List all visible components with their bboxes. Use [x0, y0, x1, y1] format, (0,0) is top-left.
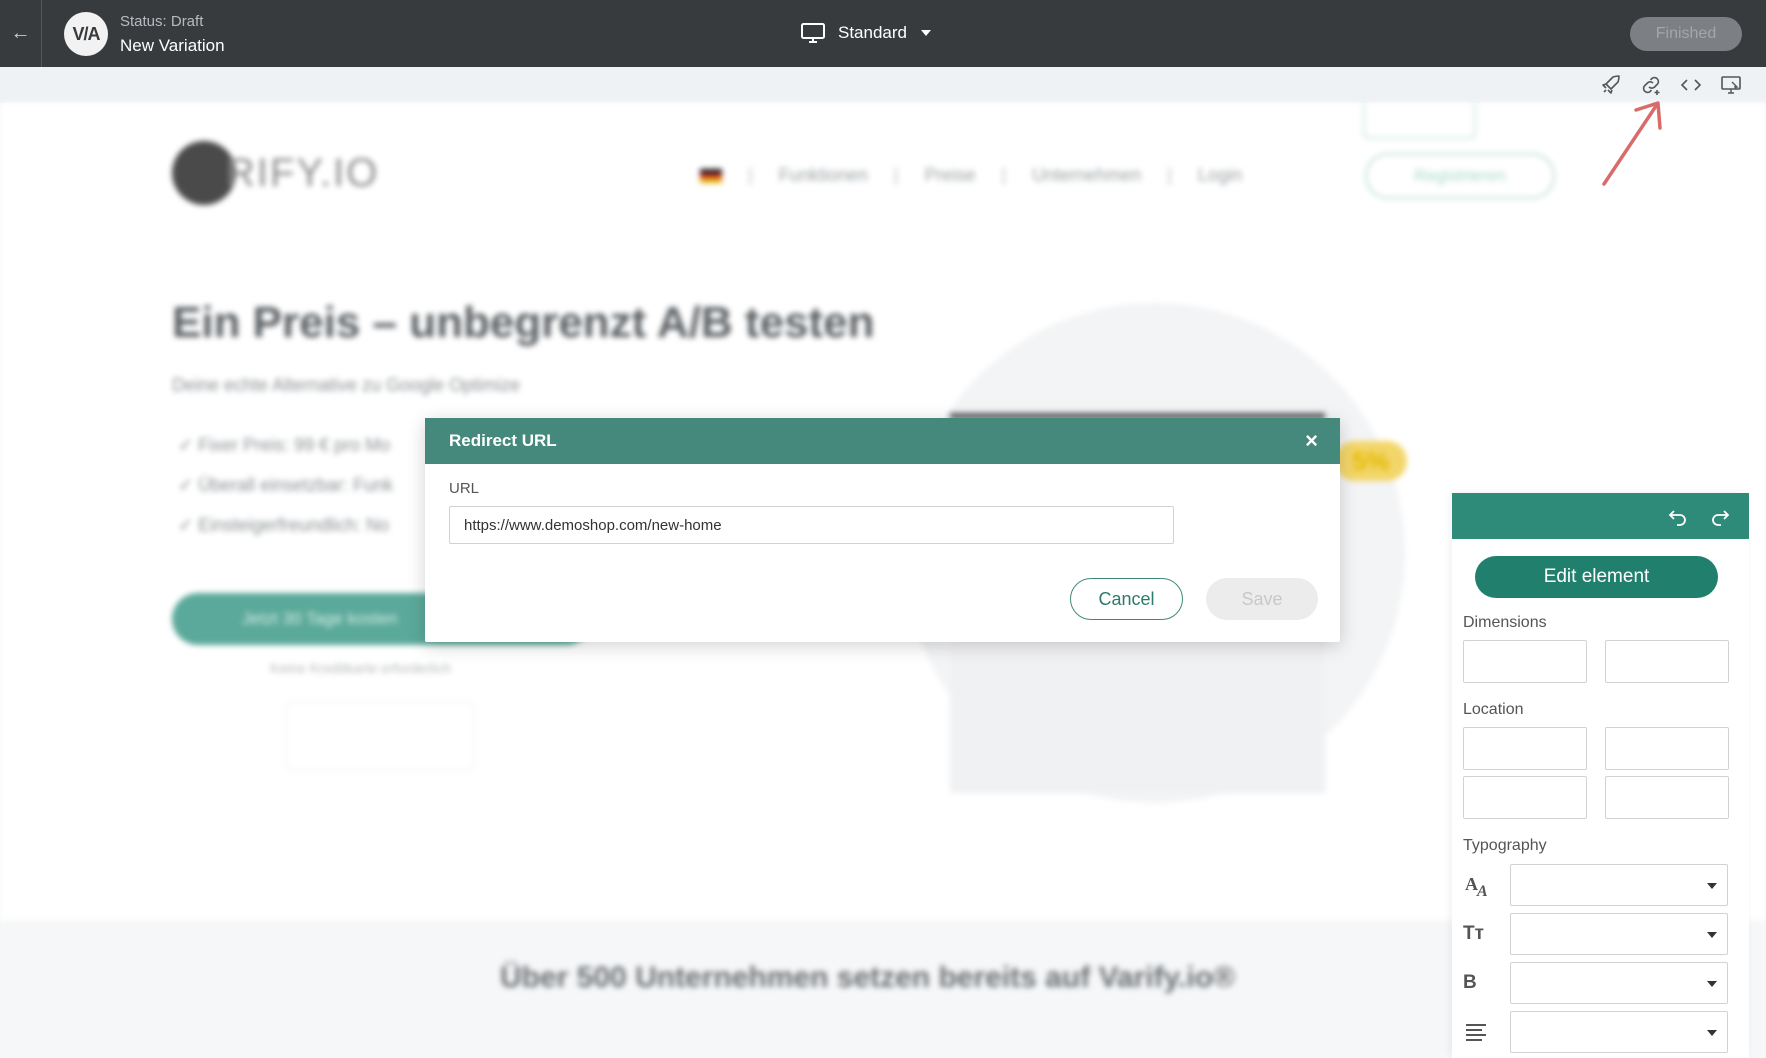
svg-text:A: A	[1476, 883, 1488, 898]
variation-name[interactable]: New Variation	[120, 36, 225, 56]
finished-button[interactable]: Finished	[1630, 17, 1742, 51]
bottom-field[interactable]	[1463, 776, 1587, 819]
redirect-url-dialog: Redirect URL × URL Cancel Save	[425, 418, 1340, 642]
font-size-select[interactable]	[1510, 913, 1728, 955]
annotation-arrow-icon	[1602, 101, 1662, 186]
rocket-icon[interactable]	[1598, 73, 1624, 97]
back-button[interactable]: ←	[0, 0, 42, 67]
text-align-select[interactable]	[1510, 1011, 1728, 1053]
chevron-down-icon	[921, 30, 931, 36]
nav-item: Login	[1197, 165, 1242, 185]
edit-element-panel: Edit element Dimensions Location Typogra…	[1452, 493, 1749, 1058]
redo-icon[interactable]	[1709, 505, 1731, 527]
preview-icon[interactable]	[1718, 73, 1744, 97]
redirect-link-icon[interactable]	[1638, 73, 1664, 97]
nav-item: Funktionen	[778, 165, 868, 185]
font-family-select[interactable]	[1510, 864, 1728, 906]
status-label: Status: Draft	[120, 13, 204, 30]
right-field[interactable]	[1605, 727, 1729, 770]
dimensions-label: Dimensions	[1463, 614, 1547, 631]
width-field[interactable]	[1463, 640, 1587, 683]
hero-title: Ein Preis – unbegrenzt A/B testen	[172, 298, 875, 347]
discount-tag: 5%	[1335, 441, 1407, 481]
left-field[interactable]	[1605, 776, 1729, 819]
monitor-icon	[801, 23, 825, 43]
dialog-header: Redirect URL ×	[425, 418, 1340, 464]
url-input[interactable]	[449, 506, 1174, 544]
location-label: Location	[1463, 701, 1524, 718]
panel-header	[1452, 493, 1749, 539]
top-bar: ← V/A Status: Draft New Variation Standa…	[0, 0, 1766, 67]
top-field[interactable]	[1463, 727, 1587, 770]
chevron-down-icon	[1707, 1030, 1717, 1036]
close-icon[interactable]: ×	[1305, 430, 1318, 452]
arrow-left-icon: ←	[10, 22, 31, 44]
editor-toolbar	[0, 67, 1766, 103]
font-size-icon: Tт	[1463, 923, 1484, 944]
made-in-germany-badge	[285, 701, 475, 771]
check-item: ✓ Einsteigerfreundlich: No	[178, 515, 390, 535]
register-button: Registrieren	[1365, 153, 1555, 199]
font-weight-row: B	[1463, 962, 1728, 1004]
url-label: URL	[449, 480, 480, 497]
chevron-down-icon	[1707, 883, 1717, 889]
text-align-row	[1463, 1011, 1728, 1053]
hero-subtitle: Deine echte Alternative zu Google Optimi…	[172, 375, 521, 395]
nav-item: Unternehmen	[1032, 165, 1142, 185]
font-weight-icon: B	[1463, 972, 1477, 993]
edit-element-button[interactable]: Edit element	[1475, 556, 1718, 598]
check-item: ✓ Überall einsetzbar: Funk	[178, 475, 394, 495]
chevron-down-icon	[1707, 981, 1717, 987]
typography-label: Typography	[1463, 837, 1547, 854]
dialog-title: Redirect URL	[449, 431, 557, 450]
cancel-button[interactable]: Cancel	[1070, 578, 1183, 620]
device-mode-dropdown[interactable]: Standard	[800, 22, 931, 44]
logos-heading: Über 500 Unternehmen setzen bereits auf …	[500, 961, 1236, 994]
font-family-icon: A A	[1465, 874, 1488, 898]
device-mode-label: Standard	[838, 23, 907, 42]
font-size-row: Tт	[1463, 913, 1728, 955]
site-nav: | Funktionen | Preise | Unternehmen | Lo…	[700, 165, 1242, 186]
cta-note: Keine Kreditkarte erforderlich	[270, 660, 452, 676]
varify-logo: V/A	[64, 12, 108, 56]
code-icon[interactable]	[1678, 73, 1704, 97]
height-field[interactable]	[1605, 640, 1729, 683]
font-family-row: A A	[1463, 864, 1728, 906]
chevron-down-icon	[1707, 932, 1717, 938]
text-align-icon	[1466, 1024, 1486, 1041]
nav-item: Preise	[924, 165, 976, 185]
blurred-element	[1363, 103, 1476, 139]
check-item: ✓ Fixer Preis: 99 € pro Mo	[178, 435, 391, 455]
save-button[interactable]: Save	[1206, 578, 1318, 620]
site-logo: RIFY.IO	[172, 141, 379, 205]
flag-de-icon	[700, 168, 722, 183]
font-weight-select[interactable]	[1510, 962, 1728, 1004]
undo-icon[interactable]	[1667, 505, 1689, 527]
